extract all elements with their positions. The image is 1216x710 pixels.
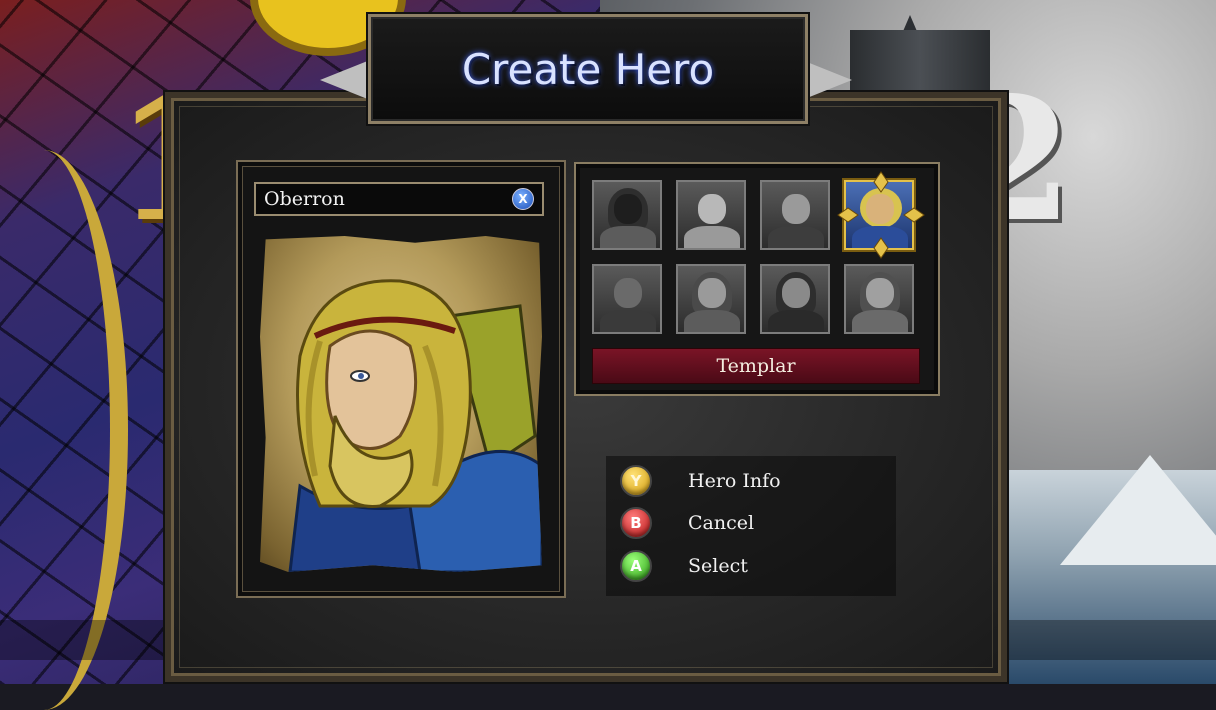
bearded-blonde-warrior-portrait [288,279,542,572]
female-knight-icon[interactable] [844,264,914,334]
a-button-icon: A [620,550,652,582]
y-button-icon: Y [620,465,652,497]
mohawk-warrior-icon[interactable] [760,180,830,250]
barbarian-icon[interactable] [676,180,746,250]
masked-assassin-icon[interactable] [592,264,662,334]
female-archer-icon[interactable] [676,264,746,334]
hooded-rogue-icon[interactable] [592,180,662,250]
cancel-action[interactable]: B Cancel [620,507,754,539]
templar-icon[interactable] [844,180,914,250]
select-action[interactable]: A Select [620,550,748,582]
hero-info-label: Hero Info [688,470,781,492]
select-label: Select [688,555,748,577]
cancel-label: Cancel [688,512,755,534]
title-wing-left [320,60,370,100]
hero-portrait [260,236,542,572]
hooded-woman-icon[interactable] [760,264,830,334]
b-button-icon: B [620,507,652,539]
hero-name: Oberron [264,188,345,210]
hero-class-bar: Templar [592,348,920,384]
page-title: Create Hero [461,44,715,94]
snowy-mountain [1060,455,1216,565]
hero-class-label: Templar [716,355,796,377]
title-wing-right [802,60,852,100]
title-plate: Create Hero [368,14,808,124]
hero-info-action[interactable]: Y Hero Info [620,465,781,497]
x-button-icon[interactable]: X [512,188,534,210]
hero-name-field[interactable]: Oberron X [254,182,544,216]
